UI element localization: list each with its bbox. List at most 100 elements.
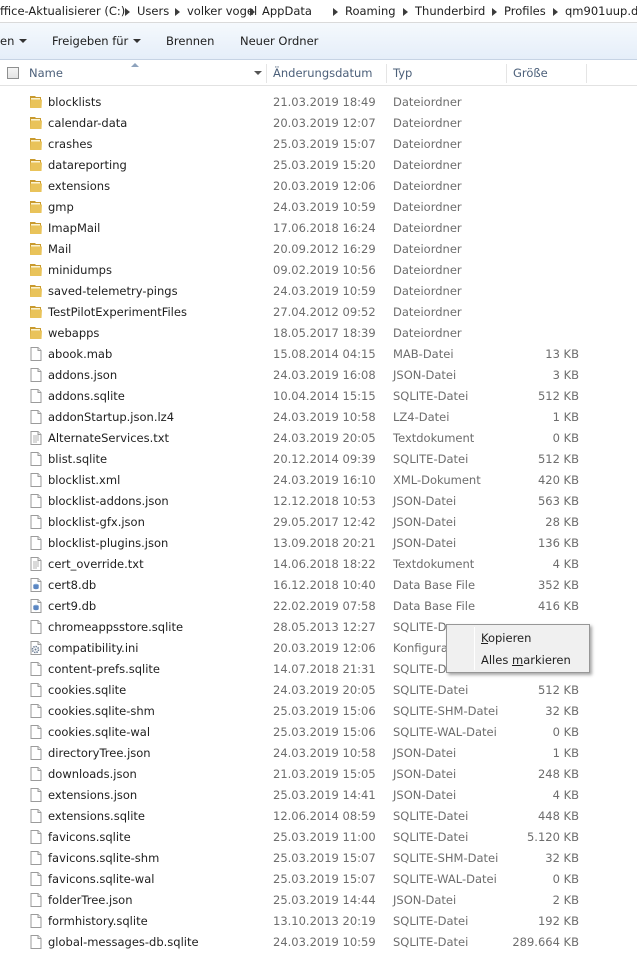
file-type: SQLITE-Datei (393, 809, 469, 823)
breadcrumb-item[interactable]: qm901uup.de (565, 4, 637, 19)
breadcrumb-item[interactable]: Roaming (345, 4, 396, 19)
file-row[interactable]: cert_override.txt 14.06.2018 18:22 Textdok… (24, 554, 584, 575)
folder-row[interactable]: crashes 25.03.2019 15:07 Dateiordner (24, 134, 584, 155)
select-all-checkbox[interactable] (7, 67, 19, 79)
breadcrumb-chevron-right-icon[interactable] (489, 4, 499, 19)
file-row[interactable]: extensions.json 25.03.2019 14:41 JSON-Date… (24, 785, 584, 806)
file-type: JSON-Datei (393, 368, 457, 382)
file-row[interactable]: blocklist-addons.json 12.12.2018 10:53 JSO… (24, 491, 584, 512)
file-name: blocklist-addons.json (48, 494, 169, 508)
file-size: 13 KB (545, 347, 579, 361)
file-type: SQLITE-Datei (393, 389, 469, 403)
organize-button[interactable]: en (0, 32, 28, 50)
file-row[interactable]: favicons.sqlite 25.03.2019 11:00 SQLITE-Da… (24, 827, 584, 848)
folder-icon (28, 115, 44, 131)
breadcrumb-item[interactable]: AppData (262, 4, 312, 19)
file-row[interactable]: cert9.db 22.02.2019 07:58 Data Base File 41… (24, 596, 584, 617)
file-type: SQLITE-Da (393, 620, 454, 634)
folder-row[interactable]: minidumps 09.02.2019 10:56 Dateiordner (24, 260, 584, 281)
file-row[interactable]: directoryTree.json 24.03.2019 10:58 JSON-D… (24, 743, 584, 764)
file-row[interactable]: folderTree.json 25.03.2019 14:44 JSON-Date… (24, 890, 584, 911)
folder-row[interactable]: datareporting 25.03.2019 15:20 Dateiordner (24, 155, 584, 176)
file-row[interactable]: addonStartup.json.lz4 24.03.2019 10:58 LZ4… (24, 407, 584, 428)
folder-row[interactable]: calendar-data 20.03.2019 12:07 Dateiordner (24, 113, 584, 134)
file-row[interactable]: cookies.sqlite-shm 25.03.2019 15:06 SQLITE… (24, 701, 584, 722)
file-list: blocklists 21.03.2019 18:49 Dateiordner cal… (0, 92, 637, 957)
folder-row[interactable]: gmp 24.03.2019 10:59 Dateiordner (24, 197, 584, 218)
file-type: SQLITE-WAL-Datei (393, 872, 497, 886)
file-date: 24.03.2019 20:05 (273, 431, 376, 445)
file-name: global-messages-db.sqlite (48, 935, 199, 949)
file-date: 29.05.2017 12:42 (273, 515, 376, 529)
folder-row[interactable]: extensions 20.03.2019 12:06 Dateiordner (24, 176, 584, 197)
breadcrumb-chevron-right-icon[interactable] (122, 4, 132, 19)
breadcrumb-item[interactable]: Users (137, 4, 169, 19)
burn-button[interactable]: Brennen (166, 32, 214, 50)
file-type: Textdokument (393, 431, 475, 445)
file-name: chromeappsstore.sqlite (48, 620, 184, 634)
new-folder-button[interactable]: Neuer Ordner (240, 32, 318, 50)
breadcrumb-item[interactable]: ffice-Aktualisierer (C:) (0, 4, 125, 19)
share-button[interactable]: Freigeben für (52, 32, 142, 50)
file-row[interactable]: blist.sqlite 20.12.2014 09:39 SQLITE-Datei… (24, 449, 584, 470)
file-icon (28, 493, 44, 509)
file-row[interactable]: favicons.sqlite-wal 25.03.2019 15:07 SQLIT… (24, 869, 584, 890)
context-menu-select-all[interactable]: Alles markieren (449, 649, 587, 671)
column-header-name[interactable]: Name (23, 61, 263, 86)
file-size: 192 KB (537, 914, 579, 928)
file-icon (28, 934, 44, 950)
breadcrumb-item[interactable]: Thunderbird (415, 4, 485, 19)
file-row[interactable]: formhistory.sqlite 13.10.2013 20:19 SQLITE… (24, 911, 584, 932)
file-row[interactable]: global-messages-db.sqlite 24.03.2019 10:5… (24, 932, 584, 953)
file-row[interactable]: blocklist.xml 24.03.2019 16:10 XML-Dokumen… (24, 470, 584, 491)
column-filter-chevron-down-icon[interactable] (254, 71, 262, 75)
file-date: 14.07.2018 21:31 (273, 662, 376, 676)
file-row[interactable]: addons.json 24.03.2019 16:08 JSON-Datei 3 K… (24, 365, 584, 386)
file-row[interactable]: cookies.sqlite 24.03.2019 20:05 SQLITE-Dat… (24, 680, 584, 701)
file-type: Textdokument (393, 557, 475, 571)
file-row[interactable]: extensions.sqlite 12.06.2014 08:59 SQLITE-… (24, 806, 584, 827)
column-headers: Name Änderungsdatum Typ Größe (0, 61, 637, 86)
select-all-label-end: arkieren (523, 653, 571, 667)
file-row[interactable]: AlternateServices.txt 24.03.2019 20:05 Tex… (24, 428, 584, 449)
file-date: 13.09.2018 20:21 (273, 536, 376, 550)
column-header-date[interactable]: Änderungsdatum (267, 61, 385, 86)
file-date: 25.03.2019 15:07 (273, 137, 376, 151)
file-size: 0 KB (552, 431, 579, 445)
column-divider[interactable] (586, 64, 587, 83)
file-row[interactable]: cookies.sqlite-wal 25.03.2019 15:06 SQLITE… (24, 722, 584, 743)
folder-row[interactable]: blocklists 21.03.2019 18:49 Dateiordner (24, 92, 584, 113)
file-icon (28, 367, 44, 383)
folder-row[interactable]: TestPilotExperimentFiles 27.04.2012 09:52… (24, 302, 584, 323)
address-bar[interactable]: ffice-Aktualisierer (C:) Users volker voge… (0, 0, 637, 23)
file-date: 25.03.2019 14:44 (273, 893, 376, 907)
file-size: 4 KB (552, 557, 579, 571)
file-row[interactable]: blocklist-plugins.json 13.09.2018 20:21 JS… (24, 533, 584, 554)
column-header-size[interactable]: Größe (507, 61, 585, 86)
breadcrumb-chevron-right-icon[interactable] (172, 4, 182, 19)
file-type: SQLITE-Datei (393, 683, 469, 697)
text-file-icon (28, 556, 44, 572)
breadcrumb-chevron-right-icon[interactable] (550, 4, 560, 19)
context-menu-copy[interactable]: Kopieren (449, 627, 587, 649)
file-row[interactable]: abook.mab 15.08.2014 04:15 MAB-Datei 13 KB (24, 344, 584, 365)
file-icon (28, 346, 44, 362)
folder-row[interactable]: Mail 20.09.2012 16:29 Dateiordner (24, 239, 584, 260)
file-icon (28, 829, 44, 845)
column-header-type[interactable]: Typ (387, 61, 505, 86)
file-row[interactable]: favicons.sqlite-shm 25.03.2019 15:07 SQLIT… (24, 848, 584, 869)
folder-row[interactable]: ImapMail 17.06.2018 16:24 Dateiordner (24, 218, 584, 239)
file-row[interactable]: cert8.db 16.12.2018 10:40 Data Base File 35… (24, 575, 584, 596)
folder-row[interactable]: saved-telemetry-pings 24.03.2019 10:59 Dat… (24, 281, 584, 302)
breadcrumb-chevron-right-icon[interactable] (247, 4, 257, 19)
breadcrumb-item[interactable]: Profiles (504, 4, 546, 19)
file-size: 420 KB (537, 473, 579, 487)
file-row[interactable]: blocklist-gfx.json 29.05.2017 12:42 JSON-D… (24, 512, 584, 533)
breadcrumb-chevron-right-icon[interactable] (330, 4, 340, 19)
file-name: favicons.sqlite-wal (48, 872, 155, 886)
file-row[interactable]: addons.sqlite 10.04.2014 15:15 SQLITE-Date… (24, 386, 584, 407)
database-file-icon (28, 598, 44, 614)
folder-row[interactable]: webapps 18.05.2017 18:39 Dateiordner (24, 323, 584, 344)
file-row[interactable]: downloads.json 21.03.2019 15:05 JSON-Datei… (24, 764, 584, 785)
breadcrumb-chevron-right-icon[interactable] (400, 4, 410, 19)
